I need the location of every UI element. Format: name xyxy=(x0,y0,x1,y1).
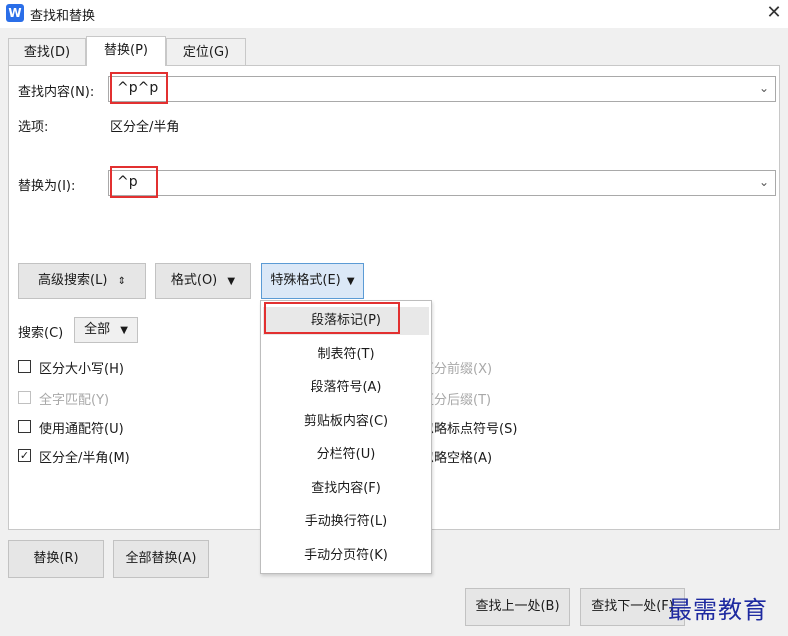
advanced-search-button[interactable]: 高级搜索(L) ⇕ xyxy=(18,263,146,299)
match-case-checkbox[interactable] xyxy=(18,360,31,373)
menu-item-clipboard[interactable]: 剪贴板内容(C) xyxy=(263,408,429,436)
replace-all-button[interactable]: 全部替换(A) xyxy=(113,540,209,578)
format-button[interactable]: 格式(O) ▼ xyxy=(155,263,251,299)
match-case-label: 区分大小写(H) xyxy=(39,362,124,377)
highlight-box xyxy=(264,302,400,334)
chevron-down-icon[interactable]: ⌄ xyxy=(759,175,769,189)
dropdown-arrow-icon: ▼ xyxy=(227,276,236,287)
search-scope-label: 搜索(C) xyxy=(18,326,64,341)
highlight-box xyxy=(110,166,158,198)
replace-input[interactable]: ^p ⌄ xyxy=(108,170,776,196)
find-label: 查找内容(N): xyxy=(18,85,95,100)
menu-item-find-content[interactable]: 查找内容(F) xyxy=(263,475,429,503)
menu-item-column-break[interactable]: 分栏符(U) xyxy=(263,441,429,469)
find-input[interactable]: ^p^p ⌄ xyxy=(108,76,776,102)
advanced-search-label: 高级搜索(L) xyxy=(38,273,108,288)
special-format-label: 特殊格式(E) xyxy=(270,273,341,288)
checkmark-icon: ✓ xyxy=(19,449,30,462)
title-bar xyxy=(0,0,788,28)
wildcards-label: 使用通配符(U) xyxy=(39,422,124,437)
special-format-button[interactable]: 特殊格式(E) ▼ xyxy=(261,263,364,299)
search-scope-value: 全部 xyxy=(84,322,111,337)
whole-word-checkbox xyxy=(18,391,31,404)
replace-label: 替换为(I): xyxy=(18,179,76,194)
options-value: 区分全/半角 xyxy=(110,120,180,135)
dropdown-arrow-icon: ▼ xyxy=(346,276,355,287)
dropdown-arrow-icon: ▼ xyxy=(120,325,128,336)
search-scope-select[interactable]: 全部 ▼ xyxy=(74,317,138,343)
wps-writer-icon: W xyxy=(6,4,24,22)
tab-replace[interactable]: 替换(P) xyxy=(86,36,166,66)
close-icon[interactable]: ✕ xyxy=(760,0,788,26)
watermark-logo: 最需教育 xyxy=(668,596,768,624)
menu-item-manual-page-break[interactable]: 手动分页符(K) xyxy=(263,542,429,570)
find-previous-button[interactable]: 查找上一处(B) xyxy=(465,588,570,626)
menu-item-manual-line-break[interactable]: 手动换行符(L) xyxy=(263,508,429,536)
format-label: 格式(O) xyxy=(170,273,218,288)
whole-word-label: 全字匹配(Y) xyxy=(39,393,110,408)
chevron-down-icon[interactable]: ⌄ xyxy=(759,81,769,95)
replace-button[interactable]: 替换(R) xyxy=(8,540,104,578)
options-label: 选项: xyxy=(18,120,49,135)
window-title: 查找和替换 xyxy=(30,9,96,24)
match-width-label: 区分全/半角(M) xyxy=(39,451,130,466)
menu-item-tab[interactable]: 制表符(T) xyxy=(263,341,429,369)
ignore-punct-label: 忽略标点符号(S) xyxy=(421,422,518,437)
tab-goto[interactable]: 定位(G) xyxy=(166,38,246,66)
special-format-menu: 段落标记(P) 制表符(T) 段落符号(A) 剪贴板内容(C) 分栏符(U) 查… xyxy=(260,300,432,574)
menu-item-paragraph-symbol[interactable]: 段落符号(A) xyxy=(263,374,429,402)
match-width-checkbox[interactable]: ✓ xyxy=(18,449,31,462)
expand-collapse-icon: ⇕ xyxy=(117,276,126,287)
highlight-box xyxy=(110,72,168,104)
tab-find[interactable]: 查找(D) xyxy=(8,38,86,66)
wildcards-checkbox[interactable] xyxy=(18,420,31,433)
